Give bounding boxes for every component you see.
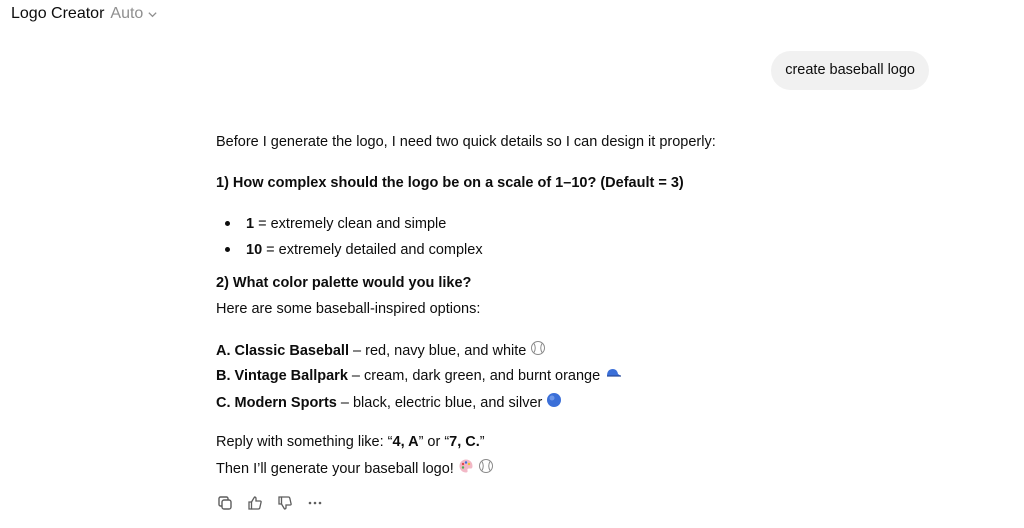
- palette-icon: [458, 458, 474, 480]
- closing-line: Then I’ll generate your baseball logo!: [216, 458, 494, 480]
- thumbs-down-icon: [278, 496, 292, 510]
- question-2: 2) What color palette would you like?: [216, 275, 472, 291]
- list-item: 10 = extremely detailed and complex: [246, 240, 483, 260]
- thumbs-up-button[interactable]: [246, 494, 264, 512]
- option-text: – black, electric blue, and silver: [336, 394, 543, 411]
- reply-example-2: 7, C.: [449, 434, 480, 450]
- reply-example-1: 4, A: [392, 434, 419, 450]
- message-actions: [216, 494, 324, 512]
- bullet-dot: [225, 247, 230, 252]
- more-icon: [308, 501, 322, 505]
- baseball-icon: [530, 340, 546, 362]
- bullet-text: = extremely detailed and complex: [262, 242, 483, 258]
- copy-icon: [218, 496, 232, 510]
- chevron-down-icon: [148, 11, 157, 17]
- option-label: C. Modern Sports: [216, 394, 337, 411]
- model-selector-label: Auto: [110, 5, 144, 22]
- more-options-button[interactable]: [306, 494, 324, 512]
- bullet-strong: 10: [246, 242, 263, 258]
- bullet-text: = extremely clean and simple: [254, 216, 447, 232]
- model-selector[interactable]: Auto: [110, 5, 158, 23]
- option-label: B. Vintage Ballpark: [216, 368, 348, 384]
- copy-button[interactable]: [216, 494, 234, 512]
- bullet-dot: [225, 221, 230, 226]
- option-label: A. Classic Baseball: [216, 342, 349, 359]
- reply-text: Reply with something like: “: [216, 434, 393, 450]
- header: Logo Creator Auto: [11, 5, 158, 23]
- baseball-icon: [478, 458, 494, 480]
- option-c: C. Modern Sports – black, electric blue,…: [216, 392, 562, 414]
- option-a: A. Classic Baseball – red, navy blue, an…: [216, 340, 546, 362]
- closing-text: Then I’ll generate your baseball logo!: [216, 460, 454, 477]
- bullet-strong: 1: [246, 216, 255, 232]
- list-item: 1 = extremely clean and simple: [246, 214, 446, 234]
- intro-text: Before I generate the logo, I need two q…: [216, 134, 716, 150]
- reply-text: ” or “: [418, 434, 450, 450]
- cap-icon: [604, 366, 622, 386]
- option-text: – red, navy blue, and white: [349, 342, 527, 359]
- thumbs-down-button[interactable]: [276, 494, 294, 512]
- app-title: Logo Creator: [11, 5, 105, 22]
- question-2-subtext: Here are some baseball-inspired options:: [216, 301, 481, 317]
- reply-instruction: Reply with something like: “4, A” or “7,…: [216, 432, 485, 452]
- thumbs-up-icon: [248, 496, 262, 510]
- option-b: B. Vintage Ballpark – cream, dark green,…: [216, 366, 622, 386]
- question-1: 1) How complex should the logo be on a s…: [216, 175, 684, 191]
- reply-text: ”: [479, 434, 485, 450]
- option-text: – cream, dark green, and burnt orange: [347, 368, 601, 384]
- blue-circle-icon: [546, 392, 562, 414]
- user-message: create baseball logo: [771, 51, 929, 90]
